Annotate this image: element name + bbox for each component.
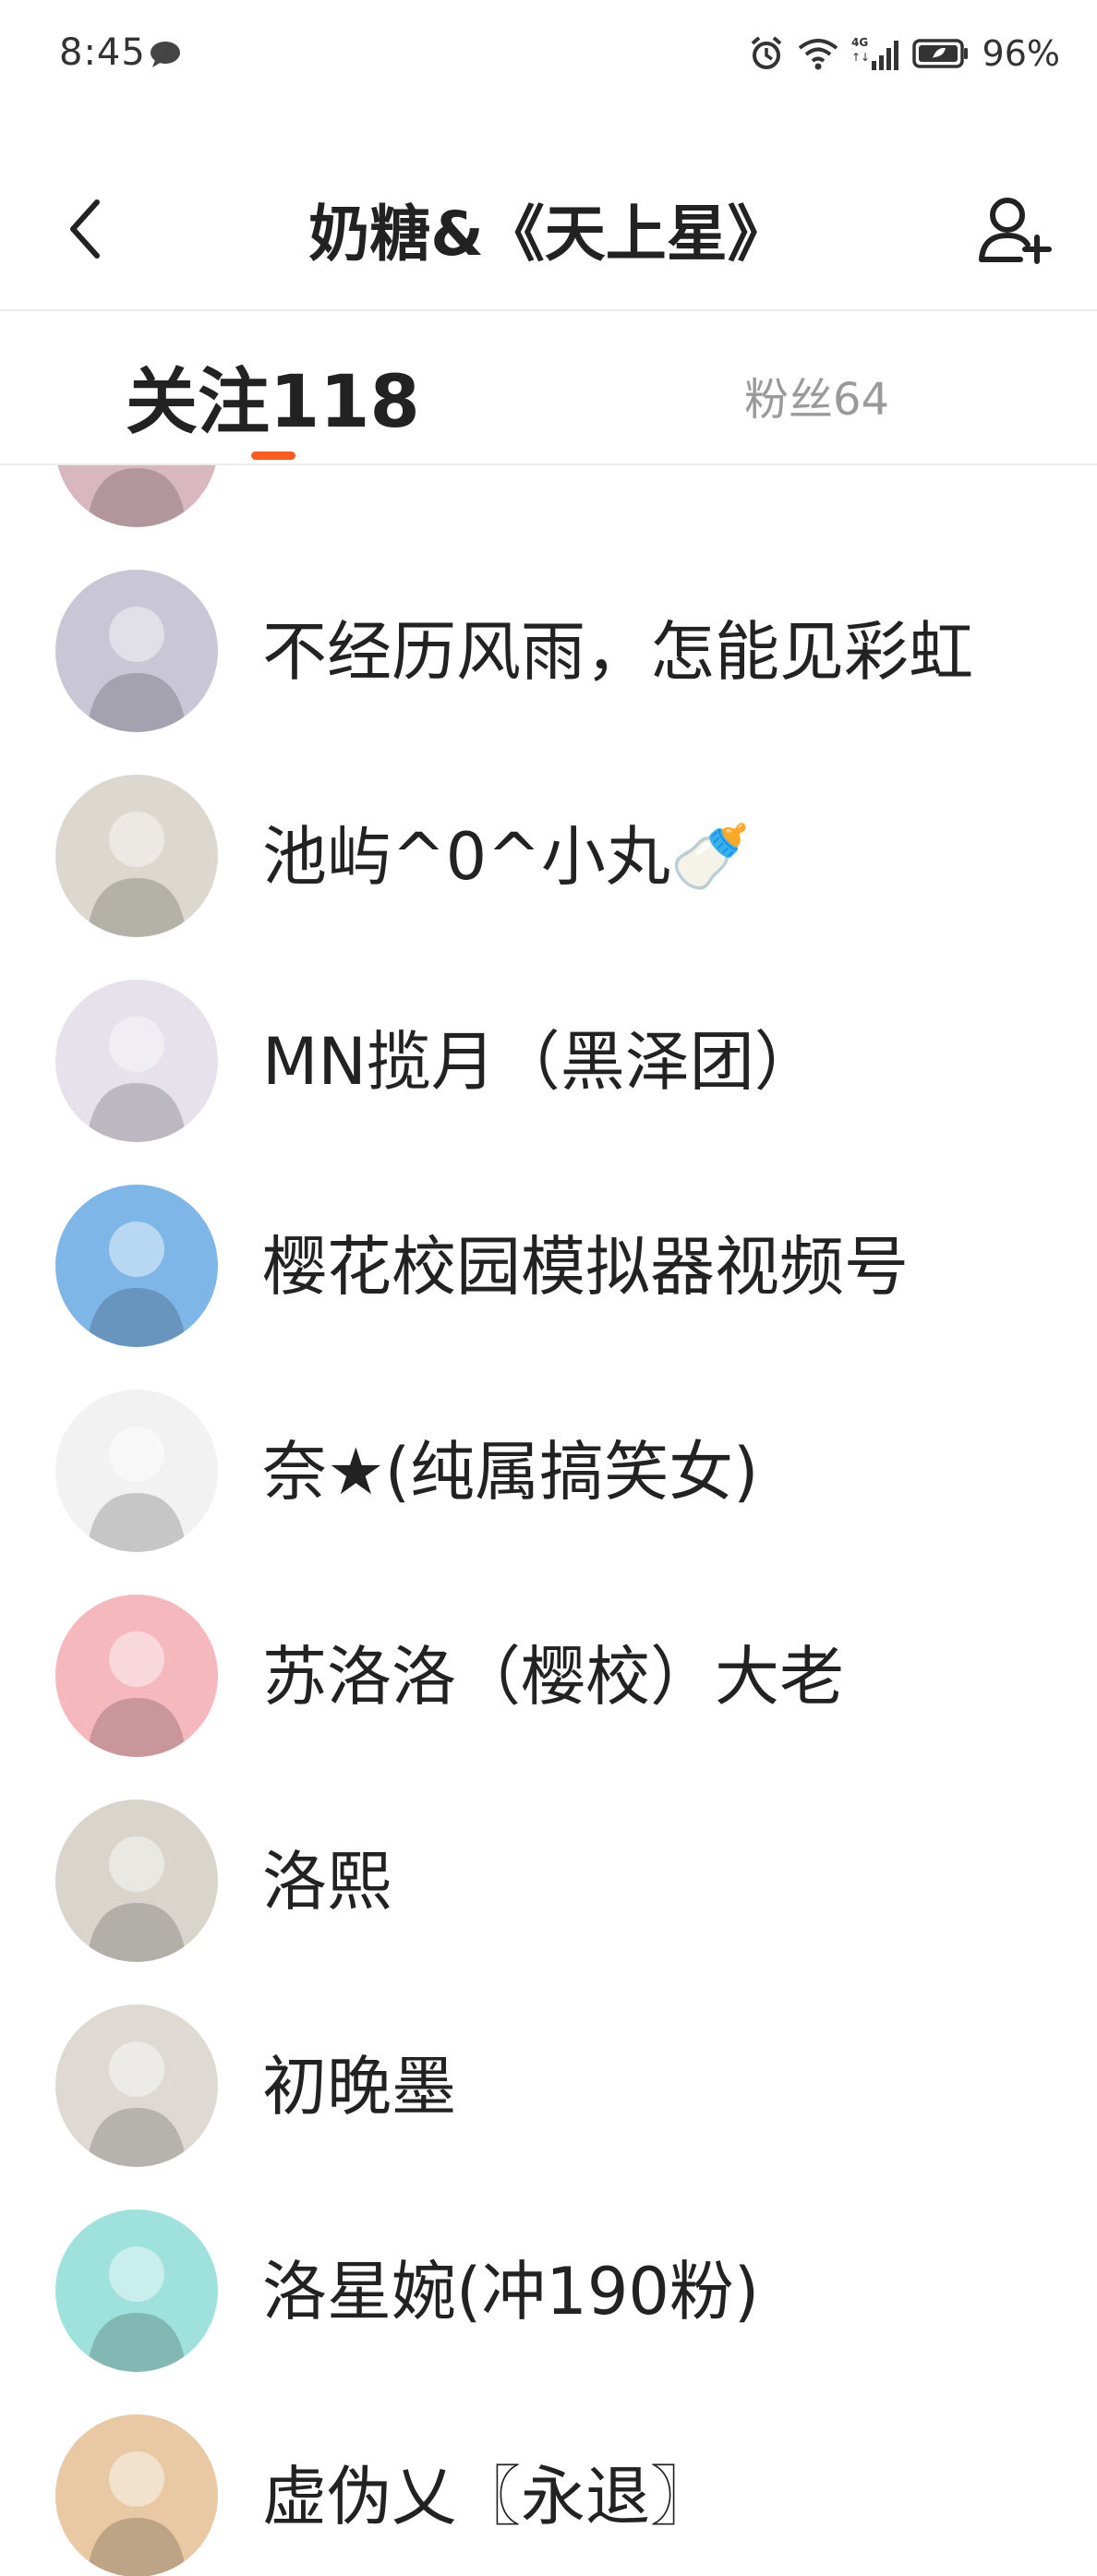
- avatar[interactable]: [55, 1595, 218, 1757]
- username: 池屿^0^小丸🍼: [262, 819, 751, 895]
- add-user-icon: [979, 198, 1052, 264]
- avatar[interactable]: [55, 2414, 218, 2576]
- avatar[interactable]: [55, 2004, 218, 2167]
- list-item[interactable]: 池屿^0^小丸🍼: [0, 753, 1097, 958]
- username: 樱花校园模拟器视频号: [262, 1229, 909, 1305]
- following-list[interactable]: 不经历风雨，怎能见彩虹 池屿^0^小丸🍼 MN揽月（黑泽团） 樱花校园模拟器视频号 奈★…: [0, 465, 1097, 2576]
- avatar[interactable]: [55, 570, 218, 732]
- username: 虚伪乂〖永退〗: [262, 2459, 715, 2534]
- user-list: 不经历风雨，怎能见彩虹 池屿^0^小丸🍼 MN揽月（黑泽团） 樱花校园模拟器视频号 奈★…: [0, 465, 1097, 2576]
- username: MN揽月（黑泽团）: [262, 1024, 819, 1100]
- avatar[interactable]: [55, 2209, 218, 2372]
- avatar[interactable]: [55, 465, 218, 527]
- header: 奶糖&《天上星》: [0, 148, 1097, 311]
- list-item[interactable]: 苏洛洛（樱校）大老: [0, 1573, 1097, 1778]
- list-item[interactable]: [0, 465, 1097, 548]
- svg-text:4G: 4G: [851, 36, 868, 49]
- status-time: 8:45: [59, 31, 146, 74]
- username: 洛星婉(冲190粉): [262, 2254, 760, 2329]
- page-title: 奶糖&《天上星》: [308, 199, 789, 270]
- add-user-button[interactable]: [973, 188, 1056, 271]
- list-item[interactable]: 洛熙: [0, 1778, 1097, 1983]
- username: 奈★(纯属搞笑女): [262, 1434, 759, 1510]
- username: 洛熙: [262, 1844, 392, 1920]
- battery-icon: [911, 38, 970, 69]
- list-item[interactable]: 洛星婉(冲190粉): [0, 2188, 1097, 2393]
- tab-active-indicator: [251, 451, 295, 460]
- battery-percentage: 96%: [982, 33, 1060, 74]
- tab-bar: 关注118 粉丝64: [0, 311, 1097, 465]
- svg-text:↑↓: ↑↓: [851, 51, 870, 64]
- username: 苏洛洛（樱校）大老: [262, 1639, 844, 1715]
- list-item[interactable]: 虚伪乂〖永退〗: [0, 2393, 1097, 2576]
- username: 初晚墨: [262, 2049, 456, 2125]
- avatar[interactable]: [55, 1185, 218, 1347]
- tab-fans[interactable]: 粉丝64: [744, 363, 889, 427]
- avatar[interactable]: [55, 980, 218, 1142]
- cellular-4g-icon: 4G ↑↓: [851, 35, 899, 72]
- status-icons: 4G ↑↓ 96%: [748, 31, 1060, 76]
- tab-following[interactable]: 关注118: [126, 344, 420, 448]
- avatar[interactable]: [55, 775, 218, 937]
- list-item[interactable]: 不经历风雨，怎能见彩虹: [0, 548, 1097, 753]
- list-item[interactable]: 奈★(纯属搞笑女): [0, 1368, 1097, 1573]
- username: 不经历风雨，怎能见彩虹: [262, 614, 973, 690]
- list-item[interactable]: 樱花校园模拟器视频号: [0, 1163, 1097, 1368]
- status-bar: 8:45 4G ↑↓ 96%: [0, 0, 1097, 111]
- avatar[interactable]: [55, 1390, 218, 1552]
- alarm-icon: [748, 35, 785, 72]
- list-item[interactable]: MN揽月（黑泽团）: [0, 958, 1097, 1163]
- list-item[interactable]: 初晚墨: [0, 1983, 1097, 2188]
- chat-bubble-icon: [150, 41, 181, 67]
- wifi-icon: [798, 37, 838, 70]
- avatar[interactable]: [55, 1800, 218, 1962]
